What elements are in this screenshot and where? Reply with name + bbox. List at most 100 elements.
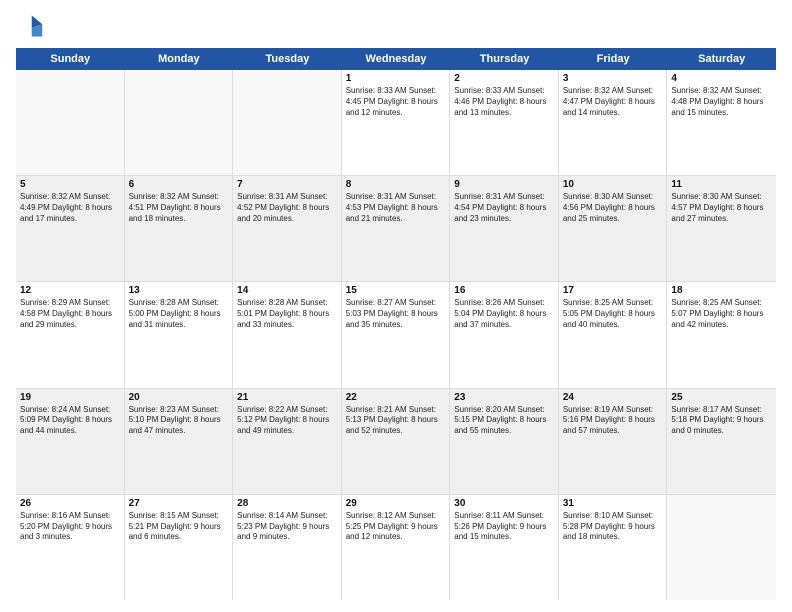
cell-text: Sunrise: 8:30 AM Sunset: 4:57 PM Dayligh… (671, 192, 772, 224)
cal-cell: 4Sunrise: 8:32 AM Sunset: 4:48 PM Daylig… (667, 70, 776, 175)
cal-cell: 12 Sunrise: 8:29 AM Sunset: 4:58 PM Dayli… (16, 282, 125, 387)
day-number: 26 (20, 498, 120, 509)
day-number: 8 (346, 179, 446, 190)
day-number: 29 (346, 498, 446, 509)
cell-text: Sunrise: 8:31 AM Sunset: 4:53 PM Dayligh… (346, 192, 446, 224)
cal-cell: 14Sunrise: 8:28 AM Sunset: 5:01 PM Dayli… (233, 282, 342, 387)
day-number: 9 (454, 179, 554, 190)
day-number: 12 (20, 285, 120, 296)
day-number: 25 (671, 392, 772, 403)
calendar-body: 1 Sunrise: 8:33 AM Sunset: 4:45 PM Daylig… (16, 70, 776, 600)
cal-cell: 1 Sunrise: 8:33 AM Sunset: 4:45 PM Daylig… (342, 70, 451, 175)
day-number: 19 (20, 392, 120, 403)
cal-cell: 18 Sunrise: 8:25 AM Sunset: 5:07 PM Dayli… (667, 282, 776, 387)
cal-row-4: 19 Sunrise: 8:24 AM Sunset: 5:09 PM Dayli… (16, 389, 776, 495)
cell-text: Sunrise: 8:15 AM Sunset: 5:21 PM Dayligh… (129, 511, 229, 543)
logo (16, 12, 48, 40)
cal-cell: 10 Sunrise: 8:30 AM Sunset: 4:56 PM Dayli… (559, 176, 668, 281)
day-number: 30 (454, 498, 554, 509)
cal-cell: 17 Sunrise: 8:25 AM Sunset: 5:05 PM Dayli… (559, 282, 668, 387)
cal-cell: 16Sunrise: 8:26 AM Sunset: 5:04 PM Dayli… (450, 282, 559, 387)
cal-row-2: 5Sunrise: 8:32 AM Sunset: 4:49 PM Daylig… (16, 176, 776, 282)
cell-text: Sunrise: 8:32 AM Sunset: 4:51 PM Dayligh… (129, 192, 229, 224)
day-number: 15 (346, 285, 446, 296)
day-number: 10 (563, 179, 663, 190)
header (16, 12, 776, 40)
day-number: 27 (129, 498, 229, 509)
cell-text: Sunrise: 8:14 AM Sunset: 5:23 PM Dayligh… (237, 511, 337, 543)
cal-cell: 20Sunrise: 8:23 AM Sunset: 5:10 PM Dayli… (125, 389, 234, 494)
day-number: 11 (671, 179, 772, 190)
day-number: 3 (563, 73, 663, 84)
cal-cell: 31Sunrise: 8:10 AM Sunset: 5:28 PM Dayli… (559, 495, 668, 600)
cal-cell: 19 Sunrise: 8:24 AM Sunset: 5:09 PM Dayli… (16, 389, 125, 494)
day-number: 23 (454, 392, 554, 403)
day-number: 24 (563, 392, 663, 403)
day-number: 6 (129, 179, 229, 190)
cal-cell: 9Sunrise: 8:31 AM Sunset: 4:54 PM Daylig… (450, 176, 559, 281)
cal-cell: 30 Sunrise: 8:11 AM Sunset: 5:26 PM Dayli… (450, 495, 559, 600)
cal-cell: 7 Sunrise: 8:31 AM Sunset: 4:52 PM Daylig… (233, 176, 342, 281)
cell-text: Sunrise: 8:24 AM Sunset: 5:09 PM Dayligh… (20, 405, 120, 437)
cell-text: Sunrise: 8:31 AM Sunset: 4:52 PM Dayligh… (237, 192, 337, 224)
cal-cell: 27 Sunrise: 8:15 AM Sunset: 5:21 PM Dayli… (125, 495, 234, 600)
weekday-header-friday: Friday (559, 48, 668, 70)
cell-text: Sunrise: 8:12 AM Sunset: 5:25 PM Dayligh… (346, 511, 446, 543)
day-number: 17 (563, 285, 663, 296)
cell-text: Sunrise: 8:17 AM Sunset: 5:18 PM Dayligh… (671, 405, 772, 437)
cell-text: Sunrise: 8:30 AM Sunset: 4:56 PM Dayligh… (563, 192, 663, 224)
cell-text: Sunrise: 8:25 AM Sunset: 5:07 PM Dayligh… (671, 298, 772, 330)
cal-cell: 11 Sunrise: 8:30 AM Sunset: 4:57 PM Dayli… (667, 176, 776, 281)
cell-text: Sunrise: 8:32 AM Sunset: 4:47 PM Dayligh… (563, 86, 663, 118)
cal-row-5: 26Sunrise: 8:16 AM Sunset: 5:20 PM Dayli… (16, 495, 776, 600)
cell-text: Sunrise: 8:22 AM Sunset: 5:12 PM Dayligh… (237, 405, 337, 437)
weekday-header-sunday: Sunday (16, 48, 125, 70)
cal-cell: 13 Sunrise: 8:28 AM Sunset: 5:00 PM Dayli… (125, 282, 234, 387)
cal-cell: 24 Sunrise: 8:19 AM Sunset: 5:16 PM Dayli… (559, 389, 668, 494)
cell-text: Sunrise: 8:11 AM Sunset: 5:26 PM Dayligh… (454, 511, 554, 543)
logo-icon (16, 12, 44, 40)
day-number: 13 (129, 285, 229, 296)
cal-cell: 15 Sunrise: 8:27 AM Sunset: 5:03 PM Dayli… (342, 282, 451, 387)
calendar: SundayMondayTuesdayWednesdayThursdayFrid… (16, 48, 776, 600)
day-number: 22 (346, 392, 446, 403)
day-number: 21 (237, 392, 337, 403)
cal-cell: 28 Sunrise: 8:14 AM Sunset: 5:23 PM Dayli… (233, 495, 342, 600)
cal-cell: 23 Sunrise: 8:20 AM Sunset: 5:15 PM Dayli… (450, 389, 559, 494)
day-number: 1 (346, 73, 446, 84)
cal-cell (233, 70, 342, 175)
day-number: 7 (237, 179, 337, 190)
cell-text: Sunrise: 8:29 AM Sunset: 4:58 PM Dayligh… (20, 298, 120, 330)
cell-text: Sunrise: 8:25 AM Sunset: 5:05 PM Dayligh… (563, 298, 663, 330)
day-number: 18 (671, 285, 772, 296)
cal-cell: 22Sunrise: 8:21 AM Sunset: 5:13 PM Dayli… (342, 389, 451, 494)
cell-text: Sunrise: 8:19 AM Sunset: 5:16 PM Dayligh… (563, 405, 663, 437)
weekday-header-tuesday: Tuesday (233, 48, 342, 70)
cell-text: Sunrise: 8:33 AM Sunset: 4:46 PM Dayligh… (454, 86, 554, 118)
cal-cell: 21 Sunrise: 8:22 AM Sunset: 5:12 PM Dayli… (233, 389, 342, 494)
cal-cell (667, 495, 776, 600)
day-number: 5 (20, 179, 120, 190)
day-number: 28 (237, 498, 337, 509)
page: SundayMondayTuesdayWednesdayThursdayFrid… (0, 0, 792, 612)
cal-cell: 26Sunrise: 8:16 AM Sunset: 5:20 PM Dayli… (16, 495, 125, 600)
cal-cell: 25 Sunrise: 8:17 AM Sunset: 5:18 PM Dayli… (667, 389, 776, 494)
cell-text: Sunrise: 8:10 AM Sunset: 5:28 PM Dayligh… (563, 511, 663, 543)
cal-cell: 8 Sunrise: 8:31 AM Sunset: 4:53 PM Daylig… (342, 176, 451, 281)
cal-cell: 2Sunrise: 8:33 AM Sunset: 4:46 PM Daylig… (450, 70, 559, 175)
cal-cell: 5Sunrise: 8:32 AM Sunset: 4:49 PM Daylig… (16, 176, 125, 281)
cell-text: Sunrise: 8:33 AM Sunset: 4:45 PM Dayligh… (346, 86, 446, 118)
cell-text: Sunrise: 8:20 AM Sunset: 5:15 PM Dayligh… (454, 405, 554, 437)
day-number: 20 (129, 392, 229, 403)
day-number: 4 (671, 73, 772, 84)
cal-cell (125, 70, 234, 175)
calendar-header: SundayMondayTuesdayWednesdayThursdayFrid… (16, 48, 776, 70)
day-number: 14 (237, 285, 337, 296)
cal-cell: 3 Sunrise: 8:32 AM Sunset: 4:47 PM Daylig… (559, 70, 668, 175)
cell-text: Sunrise: 8:28 AM Sunset: 5:00 PM Dayligh… (129, 298, 229, 330)
cell-text: Sunrise: 8:27 AM Sunset: 5:03 PM Dayligh… (346, 298, 446, 330)
cell-text: Sunrise: 8:26 AM Sunset: 5:04 PM Dayligh… (454, 298, 554, 330)
cal-row-3: 12 Sunrise: 8:29 AM Sunset: 4:58 PM Dayli… (16, 282, 776, 388)
weekday-header-thursday: Thursday (450, 48, 559, 70)
cal-cell: 6 Sunrise: 8:32 AM Sunset: 4:51 PM Daylig… (125, 176, 234, 281)
